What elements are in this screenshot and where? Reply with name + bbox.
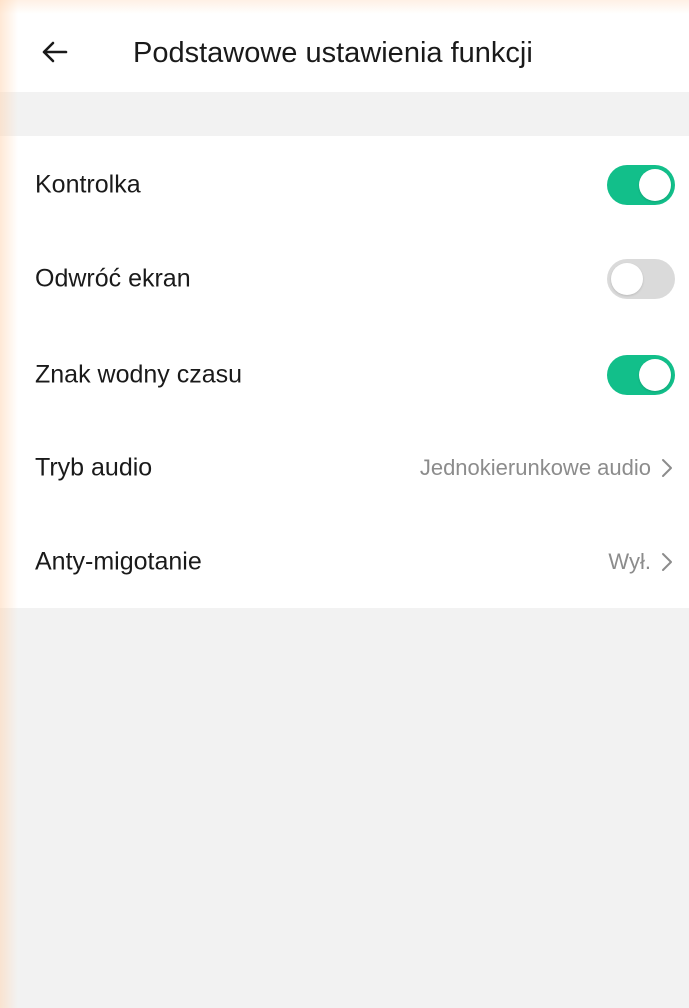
tryb-audio-value: Jednokierunkowe audio (419, 455, 651, 480)
settings-list: Kontrolka Odwróć ekran Znak wodny czasu … (0, 136, 689, 608)
znak-wodny-czasu-toggle[interactable] (607, 355, 675, 395)
kontrolka-toggle[interactable] (607, 165, 675, 205)
chevron-right-icon (662, 459, 672, 477)
setting-label: Tryb audio (35, 453, 153, 482)
setting-row-tryb-audio[interactable]: Tryb audio Jednokierunkowe audio (0, 421, 689, 515)
chevron-right-icon (662, 553, 672, 571)
setting-row-anty-migotanie[interactable]: Anty-migotanie Wył. (0, 515, 689, 609)
odwroc-ekran-toggle[interactable] (607, 259, 675, 299)
toggle-knob (639, 169, 671, 201)
setting-row-kontrolka[interactable]: Kontrolka (0, 138, 689, 232)
setting-label: Kontrolka (35, 170, 141, 199)
anty-migotanie-value: Wył. (608, 549, 651, 574)
setting-row-odwroc-ekran[interactable]: Odwróć ekran (0, 232, 689, 326)
anty-migotanie-value-group: Wył. (608, 549, 677, 575)
toggle-knob (639, 359, 671, 391)
toggle-knob (611, 263, 643, 295)
setting-label: Anty-migotanie (35, 547, 202, 576)
setting-row-znak-wodny-czasu[interactable]: Znak wodny czasu (0, 328, 689, 422)
tryb-audio-value-group: Jednokierunkowe audio (420, 455, 677, 481)
setting-label: Odwróć ekran (35, 264, 191, 293)
arrow-left-icon (42, 41, 68, 63)
back-button[interactable] (30, 28, 78, 76)
section-spacer (0, 92, 689, 136)
app-header: Podstawowe ustawienia funkcji (0, 0, 689, 92)
setting-label: Znak wodny czasu (35, 360, 243, 389)
page-title: Podstawowe ustawienia funkcji (133, 37, 533, 69)
